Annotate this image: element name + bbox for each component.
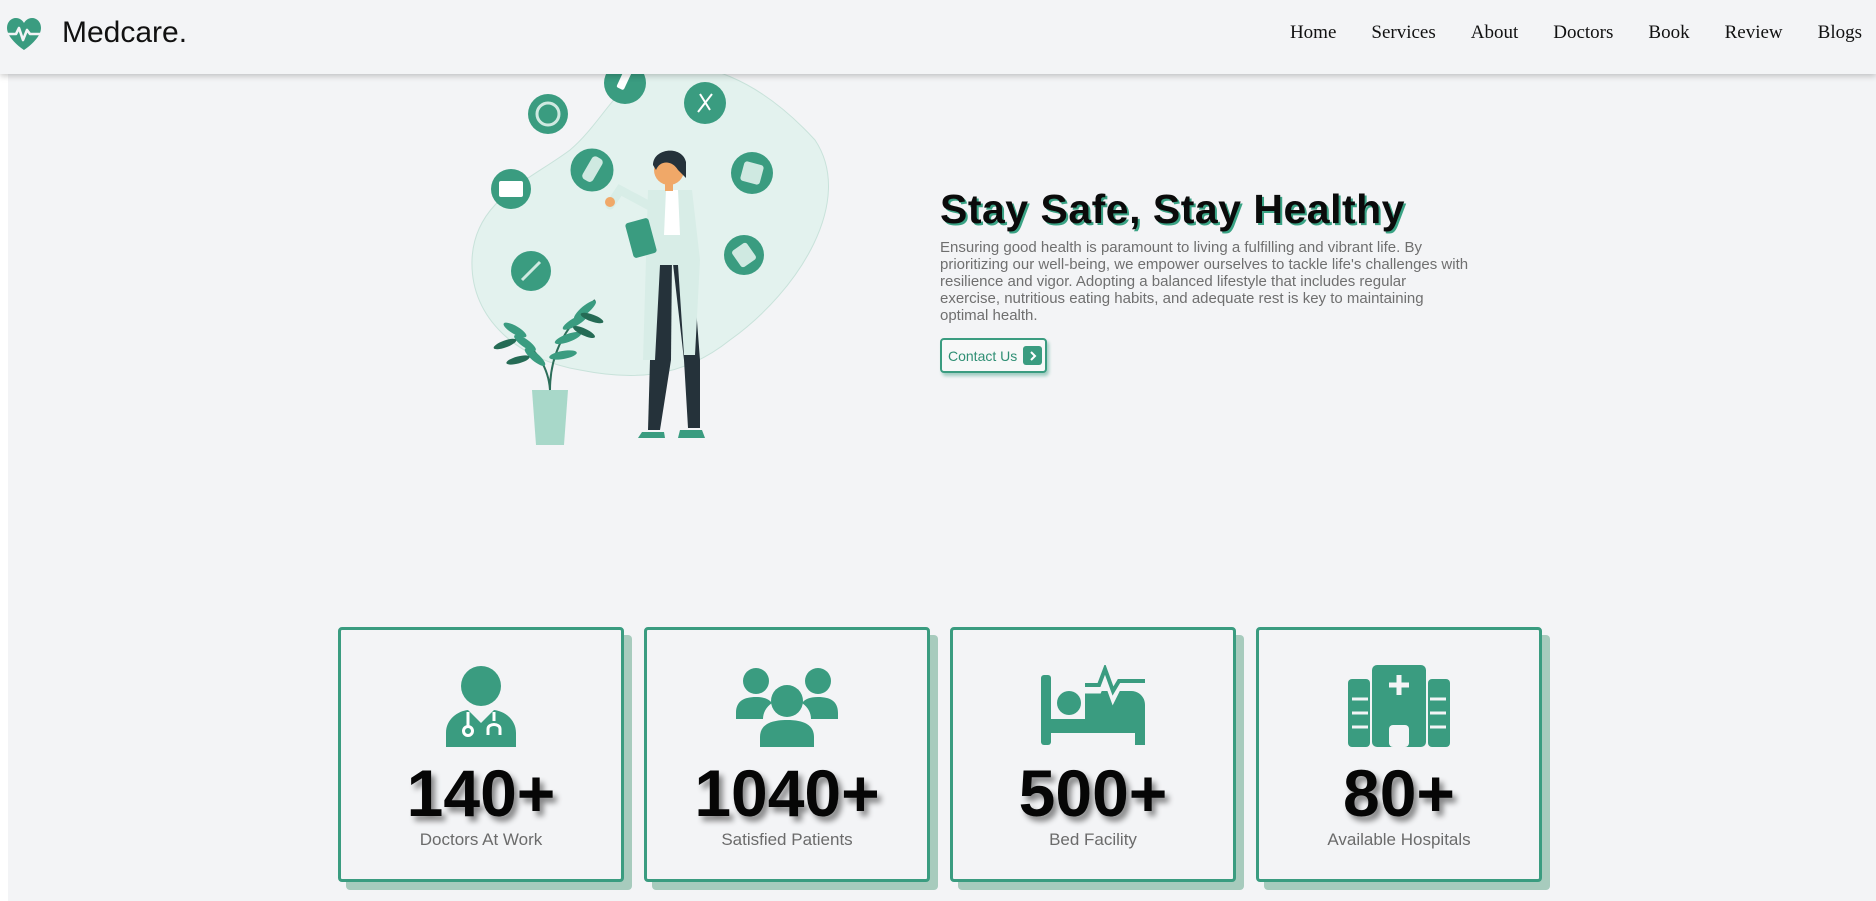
chevron-right-icon — [1023, 346, 1043, 365]
bed-pulse-icon — [953, 665, 1233, 749]
brand-name[interactable]: Medcare. — [62, 16, 187, 50]
nav-doctors[interactable]: Doctors — [1553, 22, 1613, 44]
nav-services[interactable]: Services — [1371, 22, 1435, 44]
nav-about[interactable]: About — [1471, 22, 1519, 44]
stat-number: 80+ — [1343, 756, 1455, 830]
stat-card-hospitals: 80+ Available Hospitals — [1256, 627, 1542, 882]
users-icon — [647, 665, 927, 749]
stat-card-doctors: 140+ Doctors At Work — [338, 627, 624, 882]
main-nav: Home Services About Doctors Book Review … — [1255, 22, 1862, 44]
stat-number: 140+ — [406, 756, 556, 830]
stat-label: Available Hospitals — [1327, 830, 1471, 849]
header: Medcare. Home Services About Doctors Boo… — [0, 0, 1876, 74]
nav-home[interactable]: Home — [1290, 22, 1336, 44]
nav-review[interactable]: Review — [1725, 22, 1783, 44]
hero-paragraph: Ensuring good health is paramount to liv… — [940, 239, 1469, 324]
stat-number: 500+ — [1018, 756, 1168, 830]
doctor-illustration — [460, 60, 830, 450]
stat-label: Doctors At Work — [419, 830, 543, 849]
stat-number: 1040+ — [694, 756, 880, 830]
stat-card-patients: 1040+ Satisfied Patients — [644, 627, 930, 882]
stat-card-beds: 500+ Bed Facility — [950, 627, 1236, 882]
stat-label: Satisfied Patients — [721, 830, 853, 849]
hero-title: Stay Safe, Stay Healthy — [940, 186, 1405, 232]
hospital-icon — [1259, 665, 1539, 749]
hero-section: Stay Safe, Stay Healthy Ensuring good he… — [940, 186, 1480, 324]
contact-us-button[interactable]: Contact Us — [940, 338, 1047, 373]
heartbeat-icon[interactable] — [5, 17, 43, 51]
doctor-icon — [341, 665, 621, 749]
stat-label: Bed Facility — [1049, 830, 1137, 849]
nav-book[interactable]: Book — [1648, 22, 1689, 44]
nav-blogs[interactable]: Blogs — [1818, 22, 1862, 44]
contact-us-label: Contact Us — [948, 347, 1018, 364]
page-edge — [0, 74, 8, 901]
